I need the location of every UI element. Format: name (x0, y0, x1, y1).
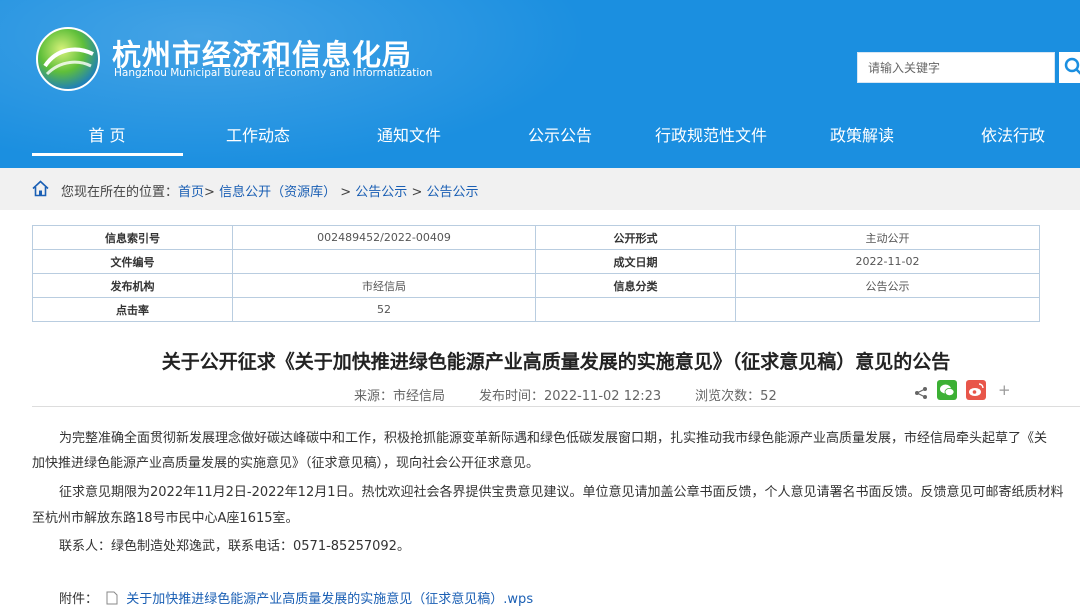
nav-regulatory-docs[interactable]: 行政规范性文件 (655, 122, 767, 146)
table-row: 发布机构 市经信局 信息分类 公告公示 (33, 274, 1040, 298)
table-key: 发布机构 (33, 274, 233, 298)
table-value: 主动公开 (736, 226, 1040, 250)
share-icon[interactable] (914, 386, 928, 400)
table-value: 公告公示 (736, 274, 1040, 298)
article-views: 浏览次数：52 (695, 389, 777, 404)
info-table: 信息索引号 002489452/2022-00409 公开形式 主动公开 文件编… (32, 225, 1040, 322)
body-paragraph-line: 为完整准确全面贯彻新发展理念做好碳达峰碳中和工作，积极抢抓能源变革新际遇和绿色低… (59, 427, 1047, 450)
attachment-row: 附件： 关于加快推进绿色能源产业高质量发展的实施意见（征求意见稿）.wps (59, 588, 533, 611)
globe-logo-icon[interactable] (35, 26, 101, 92)
table-key (536, 298, 736, 322)
table-value (736, 298, 1040, 322)
nav-home[interactable]: 首 页 (88, 122, 125, 146)
home-icon[interactable] (32, 180, 49, 197)
nav-active-indicator (32, 153, 183, 156)
nav-notice-files[interactable]: 通知文件 (377, 122, 441, 146)
wechat-icon[interactable] (937, 380, 957, 400)
body-paragraph-line: 联系人：绿色制造处郑逸武，联系电话：0571-85257092。 (59, 535, 410, 558)
breadcrumb-info-public[interactable]: 信息公开（资源库） (219, 185, 336, 200)
table-row: 文件编号 成文日期 2022-11-02 (33, 250, 1040, 274)
attachment-label: 附件： (59, 592, 98, 607)
breadcrumb-announcements[interactable]: 公告公示 (355, 185, 407, 200)
article-source: 来源：市经信局 (354, 389, 445, 404)
table-key: 成文日期 (536, 250, 736, 274)
table-key: 点击率 (33, 298, 233, 322)
breadcrumb: 您现在所在的位置：首页> 信息公开（资源库） > 公告公示 > 公告公示 (61, 181, 479, 200)
breadcrumb-home[interactable]: 首页 (178, 185, 204, 200)
table-value: 52 (233, 298, 536, 322)
table-value: 2022-11-02 (736, 250, 1040, 274)
nav-law-administration[interactable]: 依法行政 (981, 122, 1045, 146)
body-paragraph-line: 征求意见期限为2022年11月2日-2022年12月1日。热忱欢迎社会各界提供宝… (59, 481, 1064, 504)
table-key: 信息索引号 (33, 226, 233, 250)
article-meta: 来源：市经信局 发布时间：2022-11-02 12:23 浏览次数：52 (354, 385, 811, 404)
document-icon (106, 591, 118, 605)
breadcrumb-separator: > (411, 185, 422, 200)
divider (32, 406, 1080, 407)
nav-announcements[interactable]: 公示公告 (528, 122, 592, 146)
site-subtitle: Hangzhou Municipal Bureau of Economy and… (114, 67, 432, 79)
table-value (233, 250, 536, 274)
nav-policy-interpretation[interactable]: 政策解读 (830, 122, 894, 146)
search-button[interactable] (1059, 52, 1080, 83)
plus-icon[interactable]: + (998, 381, 1011, 399)
breadcrumb-prefix: 您现在所在的位置： (61, 185, 178, 200)
body-paragraph-line: 加快推进绿色能源产业高质量发展的实施意见》（征求意见稿），现向社会公开征求意见。 (32, 452, 539, 475)
table-row: 点击率 52 (33, 298, 1040, 322)
table-value: 市经信局 (233, 274, 536, 298)
breadcrumb-announcements-current[interactable]: 公告公示 (426, 185, 478, 200)
magnifier-icon (1064, 57, 1080, 77)
breadcrumb-separator: > (204, 185, 215, 200)
breadcrumb-separator: > (340, 185, 351, 200)
table-row: 信息索引号 002489452/2022-00409 公开形式 主动公开 (33, 226, 1040, 250)
article-published: 发布时间：2022-11-02 12:23 (479, 389, 661, 404)
search-input[interactable] (857, 52, 1055, 83)
weibo-icon[interactable] (966, 380, 986, 400)
table-key: 信息分类 (536, 274, 736, 298)
article-title: 关于公开征求《关于加快推进绿色能源产业高质量发展的实施意见》（征求意见稿）意见的… (0, 347, 1080, 374)
attachment-link[interactable]: 关于加快推进绿色能源产业高质量发展的实施意见（征求意见稿）.wps (126, 592, 533, 607)
table-value: 002489452/2022-00409 (233, 226, 536, 250)
body-paragraph-line: 至杭州市解放东路18号市民中心A座1615室。 (32, 507, 299, 530)
table-key: 公开形式 (536, 226, 736, 250)
nav-work-news[interactable]: 工作动态 (226, 122, 290, 146)
table-key: 文件编号 (33, 250, 233, 274)
site-header: 杭州市经济和信息化局 Hangzhou Municipal Bureau of … (0, 0, 1080, 168)
